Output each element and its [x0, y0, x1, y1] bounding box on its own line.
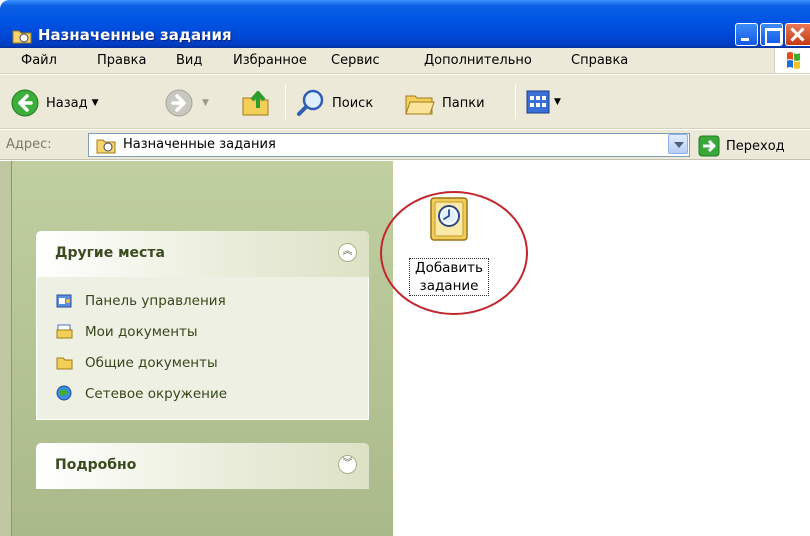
- control-panel-icon: [56, 294, 72, 308]
- back-label: Назад: [46, 95, 88, 111]
- network-globe-icon: [56, 385, 72, 401]
- folder-clock-icon: [12, 30, 32, 44]
- views-dropdown-icon[interactable]: ▼: [554, 97, 561, 107]
- go-label: Переход: [726, 138, 785, 154]
- toolbar-separator: [515, 85, 516, 119]
- forward-button[interactable]: ▼: [164, 88, 209, 118]
- toolbar-separator: [285, 85, 286, 119]
- go-arrow-icon: [698, 135, 720, 157]
- other-places-header[interactable]: Другие места ︽: [36, 231, 369, 277]
- back-dropdown-icon[interactable]: ▼: [92, 98, 99, 108]
- menu-edit[interactable]: Правка: [97, 53, 146, 68]
- details-panel: Подробно ︾: [36, 443, 369, 489]
- title-bar: Назначенные задания: [0, 0, 810, 48]
- my-documents-icon: [56, 324, 73, 339]
- forward-dropdown-icon[interactable]: ▼: [202, 98, 209, 108]
- details-header[interactable]: Подробно ︾: [36, 443, 369, 489]
- menu-view[interactable]: Вид: [176, 53, 202, 68]
- windows-logo-icon: [774, 48, 810, 73]
- link-shared-documents[interactable]: Общие документы: [37, 347, 368, 378]
- address-input[interactable]: Назначенные задания: [88, 133, 690, 157]
- link-label: Общие документы: [85, 354, 218, 371]
- window-title: Назначенные задания: [38, 26, 232, 44]
- link-label: Сетевое окружение: [85, 385, 228, 402]
- collapse-chevron-icon[interactable]: ︽: [338, 243, 357, 262]
- link-network-places[interactable]: Сетевое окружение: [37, 378, 368, 409]
- details-title: Подробно: [55, 457, 137, 473]
- link-label: Панель управления: [85, 292, 226, 309]
- link-label: Мои документы: [85, 323, 198, 340]
- toolbar: Назад ▼ ▼ Поиск Папки ▼: [0, 75, 810, 129]
- search-label: Поиск: [332, 95, 374, 111]
- address-label: Адрес:: [6, 137, 52, 152]
- menu-bar: Файл Правка Вид Избранное Сервис Дополни…: [0, 48, 810, 74]
- menu-help[interactable]: Справка: [571, 53, 628, 68]
- shared-folder-icon: [56, 357, 73, 370]
- menu-tools[interactable]: Сервис: [331, 53, 380, 68]
- views-button[interactable]: ▼: [526, 90, 561, 114]
- back-button[interactable]: Назад ▼: [10, 88, 99, 118]
- close-button[interactable]: [785, 23, 810, 46]
- up-folder-icon: [242, 91, 269, 116]
- search-button[interactable]: Поиск: [296, 88, 373, 118]
- folders-icon: [405, 95, 435, 115]
- highlight-circle: [380, 191, 528, 315]
- folders-label: Папки: [442, 95, 485, 111]
- back-arrow-icon: [11, 89, 39, 117]
- views-icon: [526, 90, 550, 114]
- minimize-button[interactable]: [735, 23, 758, 46]
- go-button[interactable]: Переход: [698, 135, 785, 157]
- task-pane-edge: [0, 161, 12, 536]
- search-icon: [297, 89, 324, 116]
- link-my-documents[interactable]: Мои документы: [37, 316, 368, 347]
- menu-favorites[interactable]: Избранное: [233, 53, 307, 68]
- address-bar: Адрес: Назначенные задания Переход: [0, 130, 810, 160]
- folder-clock-icon: [96, 139, 116, 154]
- maximize-button[interactable]: [760, 23, 783, 46]
- other-places-body: Панель управления Мои документы Общие до…: [36, 277, 369, 420]
- forward-arrow-icon: [165, 89, 193, 117]
- up-folder-button[interactable]: [240, 86, 272, 118]
- link-control-panel[interactable]: Панель управления: [37, 285, 368, 316]
- folders-button[interactable]: Папки: [404, 88, 485, 118]
- other-places-panel: Другие места ︽ Панель управления Мои док…: [36, 231, 369, 420]
- expand-chevron-icon[interactable]: ︾: [338, 455, 357, 474]
- menu-advanced[interactable]: Дополнительно: [424, 53, 532, 68]
- menu-file[interactable]: Файл: [21, 53, 57, 68]
- address-dropdown-button[interactable]: [668, 134, 688, 154]
- address-value: Назначенные задания: [123, 137, 276, 152]
- other-places-title: Другие места: [55, 245, 165, 261]
